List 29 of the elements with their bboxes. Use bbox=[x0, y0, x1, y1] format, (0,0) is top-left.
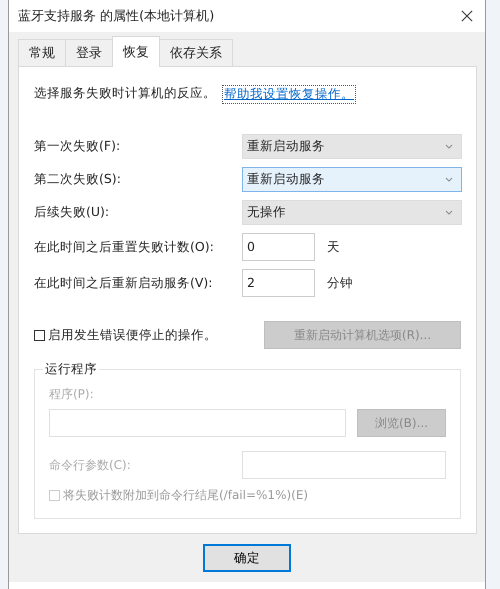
caret-icon bbox=[445, 144, 453, 149]
checkbox-label: 启用发生错误便停止的操作。 bbox=[48, 326, 217, 344]
group-title: 运行程序 bbox=[43, 361, 99, 378]
field-label: 在此时间之后重新启动服务(V): bbox=[34, 274, 214, 292]
field-label: 在此时间之后重置失败计数(O): bbox=[34, 238, 215, 256]
field-label: 程序(P): bbox=[49, 386, 95, 403]
tab[interactable]: 常规 bbox=[18, 39, 66, 66]
window-title: 蓝牙支持服务 的属性(本地计算机) bbox=[18, 8, 214, 25]
dropdown[interactable]: 重新启动服务 bbox=[242, 167, 462, 192]
field-label: 命令行参数(C): bbox=[49, 456, 131, 474]
checkbox[interactable] bbox=[34, 330, 45, 340]
ok-button[interactable]: 确定 bbox=[203, 544, 291, 572]
tab[interactable]: 恢复 bbox=[112, 36, 160, 67]
help-link[interactable]: 帮助我设置恢复操作。 bbox=[222, 85, 356, 104]
tab[interactable]: 依存关系 bbox=[159, 39, 233, 66]
field-label: 后续失败(U): bbox=[34, 204, 110, 221]
instruction-text: 选择服务失败时计算机的反应。 bbox=[34, 85, 216, 102]
number-field[interactable]: 2 bbox=[242, 269, 315, 297]
dropdown[interactable]: 无操作 bbox=[242, 200, 462, 225]
checkbox-label: 将失败计数附加到命令行结尾(/fail=%1%)(E) bbox=[63, 487, 308, 504]
number-field[interactable]: 0 bbox=[242, 233, 315, 261]
unit-label: 分钟 bbox=[327, 274, 353, 292]
unit-label: 天 bbox=[327, 238, 340, 256]
field-label: 第一次失败(F): bbox=[34, 138, 122, 155]
close-icon[interactable] bbox=[461, 10, 473, 22]
caret-icon bbox=[445, 210, 453, 215]
dropdown[interactable]: 重新启动服务 bbox=[242, 134, 462, 159]
field-label: 第二次失败(S): bbox=[34, 171, 122, 188]
caret-icon bbox=[445, 177, 453, 182]
